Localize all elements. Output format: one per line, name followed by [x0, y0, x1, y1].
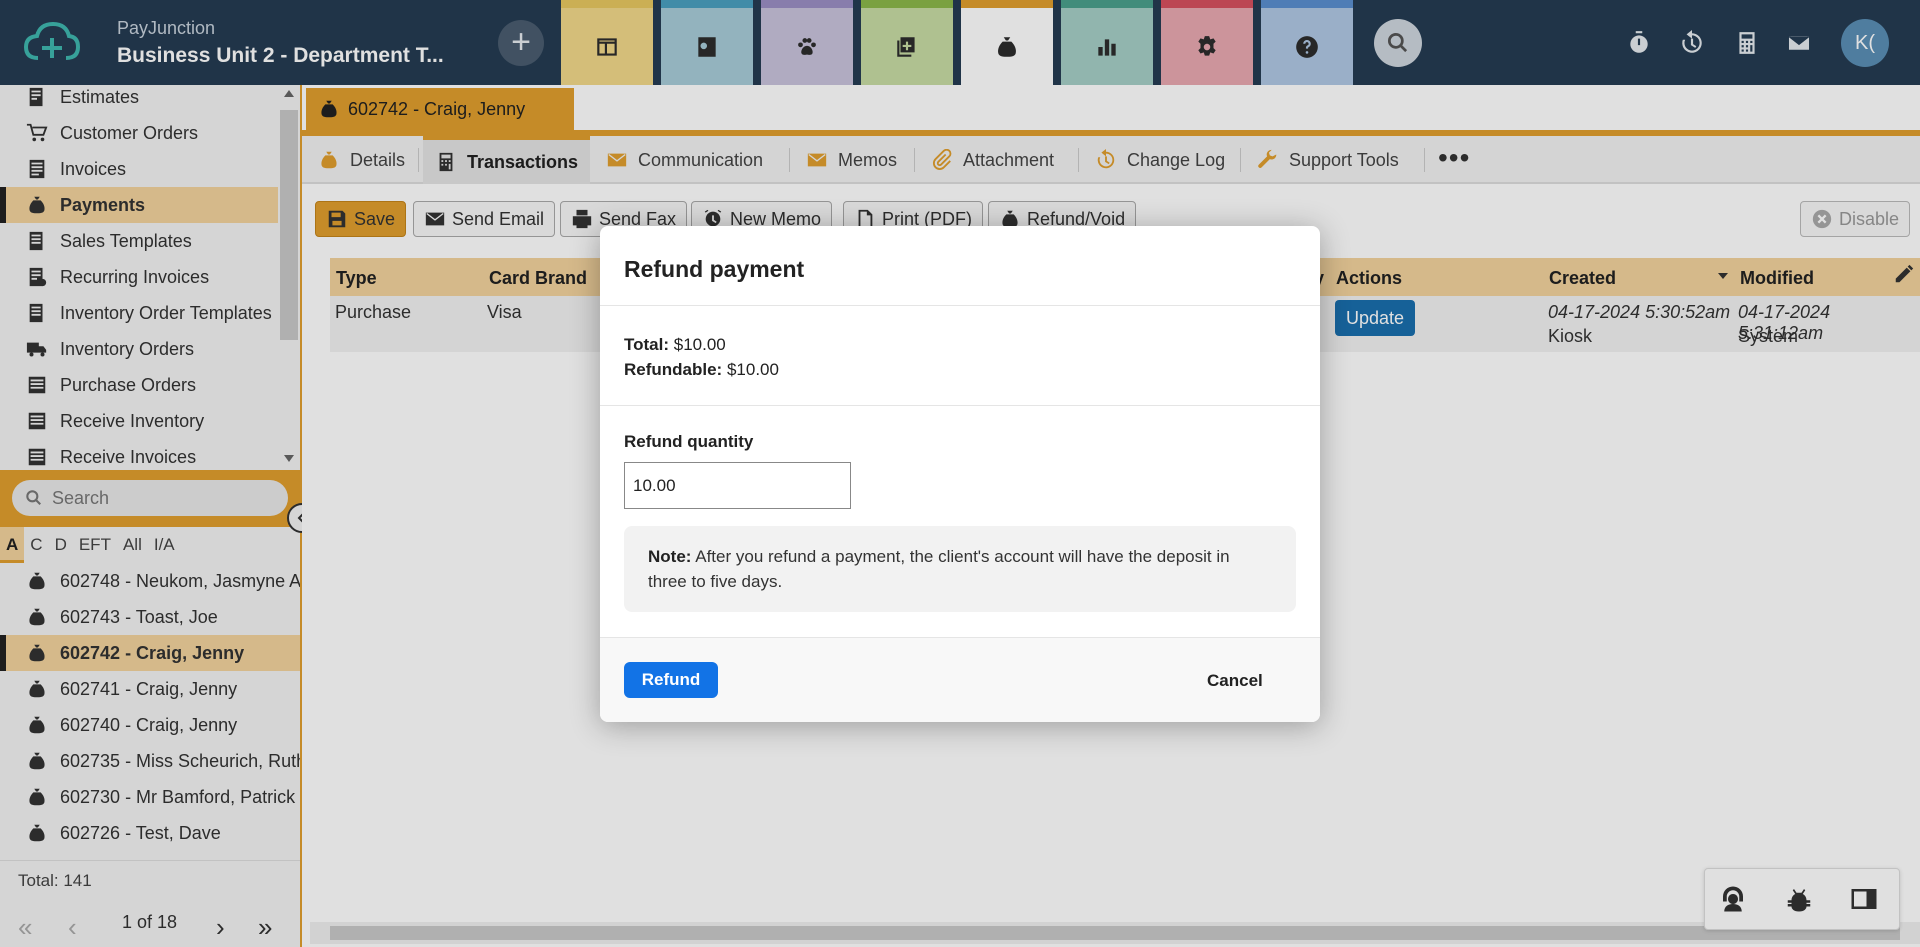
dialog-title: Refund payment — [624, 256, 805, 282]
dialog-divider — [600, 405, 1320, 406]
dialog-header: Refund payment — [600, 226, 1320, 306]
note-text: After you refund a payment, the client's… — [648, 547, 1230, 591]
cancel-button[interactable]: Cancel — [1207, 671, 1263, 691]
refund-note: Note: After you refund a payment, the cl… — [624, 526, 1296, 612]
refundable-label: Refundable: — [624, 360, 723, 379]
note-label: Note: — [648, 547, 692, 566]
total-label: Total: — [624, 335, 670, 354]
refund-button[interactable]: Refund — [624, 662, 718, 698]
total-value: $10.00 — [673, 335, 726, 354]
refund-payment-dialog: Refund payment Total: $10.00 Refundable:… — [600, 226, 1320, 722]
refund-quantity-label: Refund quantity — [624, 432, 754, 451]
refund-quantity-input[interactable] — [624, 462, 851, 509]
refundable-value: $10.00 — [726, 360, 779, 379]
refund-summary: Total: $10.00 Refundable: $10.00 — [624, 332, 779, 382]
